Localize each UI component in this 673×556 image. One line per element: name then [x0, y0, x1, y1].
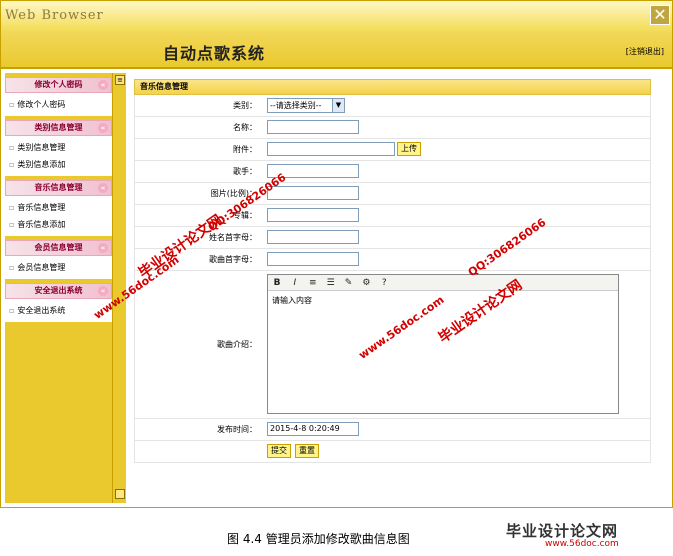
section-title: 安全退出系统 [34, 286, 83, 295]
sidebar: 修改个人密码 « 修改个人密码 类别信息管理 « 类别信息管理 类别信息添加 音乐信… [5, 73, 112, 503]
row-intro: 歌曲介绍： B I ≡ ☰ ✎ ⚙ ? 请输入内容 [134, 271, 651, 419]
chevron-down-icon: ▼ [332, 99, 344, 112]
name-initial-input[interactable] [267, 230, 359, 244]
row-singer: 歌手： [134, 161, 651, 183]
sidebar-item-member-manage[interactable]: 会员信息管理 [9, 259, 108, 276]
unordered-list-icon[interactable]: ☰ [325, 277, 337, 289]
intro-label: 歌曲介绍： [217, 340, 257, 349]
category-select[interactable]: --请选择类别-- ▼ [267, 98, 345, 113]
sidebar-section-exit[interactable]: 安全退出系统 « [5, 283, 112, 299]
sidebar-section-music[interactable]: 音乐信息管理 « [5, 180, 112, 196]
sidebar-section-password[interactable]: 修改个人密码 « [5, 77, 112, 93]
singer-label: 歌手： [233, 167, 257, 176]
close-icon[interactable]: ✕ [650, 5, 670, 25]
row-photo: 图片(比例)： [134, 183, 651, 205]
song-initial-input[interactable] [267, 252, 359, 266]
section-title: 类别信息管理 [34, 123, 83, 132]
system-title: 自动点歌系统 [163, 44, 266, 63]
collapse-icon[interactable]: « [98, 123, 108, 133]
attachment-input[interactable] [267, 142, 395, 156]
sidebar-item-category-manage[interactable]: 类别信息管理 [9, 139, 108, 156]
browser-window: Web Browser ✕ 自动点歌系统 [注销退出] 修改个人密码 « 修改个人… [0, 0, 673, 508]
help-icon[interactable]: ? [378, 277, 390, 289]
sidebar-item-music-add[interactable]: 音乐信息添加 [9, 216, 108, 233]
sidebar-section-category[interactable]: 类别信息管理 « [5, 120, 112, 136]
row-category: 类别： --请选择类别-- ▼ [134, 95, 651, 117]
scroll-corner-icon[interactable] [115, 489, 125, 499]
site-url: www.56doc.com [545, 539, 619, 549]
collapse-icon[interactable]: « [98, 183, 108, 193]
main-content: 音乐信息管理 类别： --请选择类别-- ▼ 名称： 附件： 上传 歌手： 图片(… [134, 79, 651, 463]
italic-icon[interactable]: I [289, 277, 301, 289]
photo-input[interactable] [267, 186, 359, 200]
window-title: Web Browser [5, 8, 104, 23]
bold-icon[interactable]: B [271, 277, 283, 289]
upload-button[interactable]: 上传 [397, 142, 421, 156]
collapse-icon[interactable]: « [98, 243, 108, 253]
link-icon[interactable]: ✎ [343, 277, 355, 289]
figure-caption: 图 4.4 管理员添加修改歌曲信息图 [227, 532, 410, 546]
category-select-value: --请选择类别-- [270, 101, 322, 110]
settings-icon[interactable]: ⚙ [360, 277, 372, 289]
editor-toolbar: B I ≡ ☰ ✎ ⚙ ? [268, 275, 618, 291]
app-header: 自动点歌系统 [注销退出] [1, 31, 672, 69]
section-title: 修改个人密码 [34, 80, 83, 89]
publish-time-label: 发布时间： [217, 425, 257, 434]
section-title: 会员信息管理 [34, 243, 83, 252]
sidebar-section-member[interactable]: 会员信息管理 « [5, 240, 112, 256]
row-publish-time: 发布时间： 2015-4-8 0:20:49 [134, 419, 651, 441]
ordered-list-icon[interactable]: ≡ [307, 277, 319, 289]
sidebar-item-change-password[interactable]: 修改个人密码 [9, 96, 108, 113]
row-song-initial: 歌曲首字母： [134, 249, 651, 271]
name-label: 名称： [233, 123, 257, 132]
row-attachment: 附件： 上传 [134, 139, 651, 161]
section-title: 音乐信息管理 [34, 183, 83, 192]
sidebar-collapse-icon[interactable]: ≡ [115, 75, 125, 85]
panel-title: 音乐信息管理 [134, 79, 651, 95]
collapse-icon[interactable]: « [98, 80, 108, 90]
logout-link[interactable]: [注销退出] [626, 46, 664, 57]
album-input[interactable] [267, 208, 359, 222]
publish-time-input[interactable]: 2015-4-8 0:20:49 [267, 422, 359, 436]
category-label: 类别： [233, 101, 257, 110]
sidebar-item-music-manage[interactable]: 音乐信息管理 [9, 199, 108, 216]
reset-button[interactable]: 重置 [295, 444, 319, 458]
submit-button[interactable]: 提交 [267, 444, 291, 458]
row-name: 名称： [134, 117, 651, 139]
collapse-icon[interactable]: « [98, 286, 108, 296]
titlebar: Web Browser ✕ [1, 1, 672, 31]
row-buttons: 提交 重置 [134, 441, 651, 463]
site-logo: 毕业设计论文网 [506, 522, 619, 540]
name-input[interactable] [267, 120, 359, 134]
attachment-label: 附件： [233, 145, 257, 154]
sidebar-item-category-add[interactable]: 类别信息添加 [9, 156, 108, 173]
